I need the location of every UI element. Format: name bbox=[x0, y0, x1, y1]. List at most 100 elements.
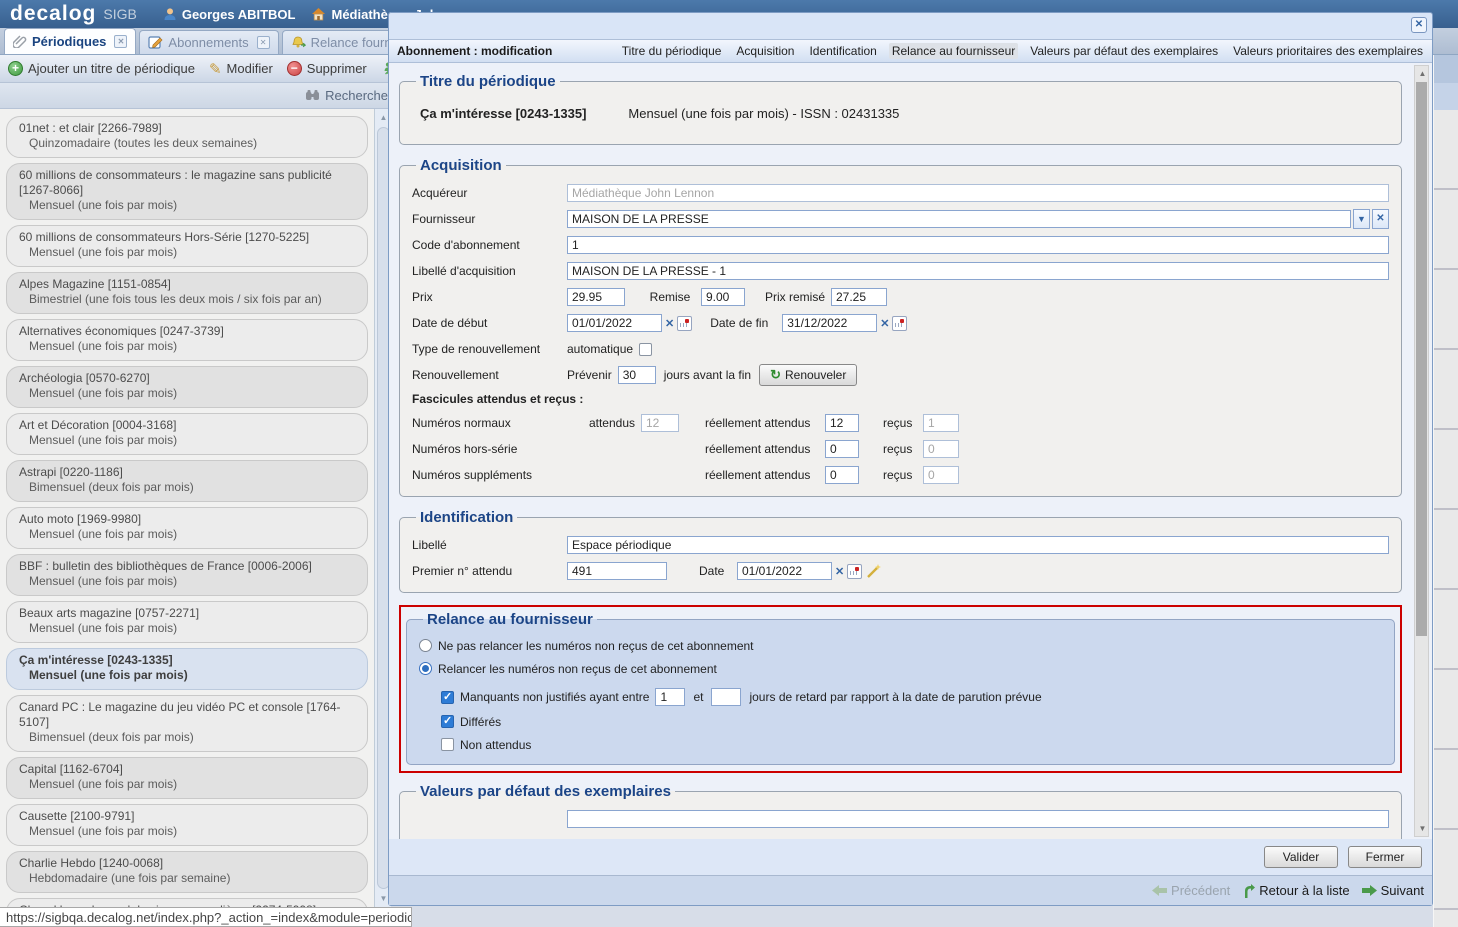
differes-checkbox[interactable] bbox=[441, 715, 454, 728]
list-item[interactable]: Alternatives économiques [0247-3739]Mens… bbox=[6, 319, 368, 361]
clear-date-icon[interactable]: ✕ bbox=[835, 565, 844, 578]
list-item[interactable]: 60 millions de consommateurs Hors-Série … bbox=[6, 225, 368, 267]
tab-close-icon[interactable]: ✕ bbox=[257, 36, 270, 49]
tab-close-icon[interactable]: ✕ bbox=[114, 35, 127, 48]
premier-numero-label: Premier n° attendu bbox=[412, 564, 567, 578]
list-item[interactable]: Canard PC : Le magazine du jeu vidéo PC … bbox=[6, 695, 368, 752]
prix-remise-field[interactable] bbox=[831, 288, 887, 306]
renouveler-button[interactable]: ↻ Renouveler bbox=[759, 364, 857, 386]
libelle-acquisition-field[interactable] bbox=[567, 262, 1389, 280]
scrollbar-thumb[interactable] bbox=[1416, 82, 1427, 636]
reellement-attendus-field[interactable] bbox=[825, 466, 859, 484]
remise-field[interactable] bbox=[701, 288, 745, 306]
periodical-title: Alternatives économiques [0247-3739] bbox=[19, 324, 355, 339]
reellement-attendus-field[interactable] bbox=[825, 414, 859, 432]
search-label: Recherche bbox=[325, 88, 388, 103]
list-item[interactable]: 01net : et clair [2266-7989]Quinzomadair… bbox=[6, 116, 368, 158]
tab-periodiques[interactable]: Périodiques ✕ bbox=[4, 28, 136, 54]
fournisseur-field[interactable] bbox=[567, 210, 1351, 228]
modal-top-strip: ✕ bbox=[389, 13, 1432, 39]
binoculars-icon bbox=[305, 89, 320, 102]
calendar-icon[interactable] bbox=[892, 316, 907, 331]
list-item[interactable]: Archéologia [0570-6270]Mensuel (une fois… bbox=[6, 366, 368, 408]
premier-numero-field[interactable] bbox=[567, 562, 667, 580]
valider-button[interactable]: Valider bbox=[1264, 846, 1338, 868]
relancer-radio[interactable] bbox=[419, 662, 432, 675]
recus-label: reçus bbox=[883, 468, 923, 482]
list-item[interactable]: 60 millions de consommateurs : le magazi… bbox=[6, 163, 368, 220]
modal-nav-link[interactable]: Titre du périodique bbox=[619, 43, 725, 59]
modal-nav-link[interactable]: Valeurs par défaut des exemplaires bbox=[1027, 43, 1221, 59]
list-item[interactable]: Alpes Magazine [1151-0854]Bimestriel (un… bbox=[6, 272, 368, 314]
list-item[interactable]: Art et Décoration [0004-3168]Mensuel (un… bbox=[6, 413, 368, 455]
calendar-icon[interactable] bbox=[677, 316, 692, 331]
suivant-button[interactable]: Suivant bbox=[1362, 883, 1424, 898]
fermer-button[interactable]: Fermer bbox=[1348, 846, 1422, 868]
list-item[interactable]: Capital [1162-6704]Mensuel (une fois par… bbox=[6, 757, 368, 799]
close-icon[interactable]: ✕ bbox=[1411, 17, 1427, 33]
modal-scrollbar[interactable]: ▲ ▼ bbox=[1414, 65, 1429, 837]
chevron-down-icon[interactable]: ▼ bbox=[1353, 209, 1370, 229]
modal-nav-link[interactable]: Acquisition bbox=[733, 43, 797, 59]
periodical-details: Mensuel (une fois par mois) - ISSN : 024… bbox=[628, 106, 899, 121]
list-item[interactable]: Beaux arts magazine [0757-2271]Mensuel (… bbox=[6, 601, 368, 643]
periodical-title: 60 millions de consommateurs Hors-Série … bbox=[19, 230, 355, 245]
clear-fournisseur-icon[interactable]: ✕ bbox=[1372, 209, 1389, 229]
browser-status-bar: https://sigbqa.decalog.net/index.php?_ac… bbox=[0, 907, 412, 927]
periodical-frequency: Bimestriel (une fois tous les deux mois … bbox=[19, 292, 355, 307]
clear-date-icon[interactable]: ✕ bbox=[665, 317, 674, 330]
prix-field[interactable] bbox=[567, 288, 625, 306]
refresh-icon: ↻ bbox=[770, 367, 781, 383]
tab-abonnements[interactable]: Abonnements ✕ bbox=[139, 30, 278, 54]
retour-liste-button[interactable]: Retour à la liste bbox=[1242, 883, 1349, 898]
precedent-button[interactable]: Précédent bbox=[1152, 883, 1230, 898]
ne-pas-relancer-radio[interactable] bbox=[419, 639, 432, 652]
prix-remise-label: Prix remisé bbox=[759, 290, 831, 304]
scroll-up-icon[interactable]: ▲ bbox=[1415, 66, 1430, 81]
user-menu[interactable]: Georges ABITBOL bbox=[163, 7, 296, 22]
non-attendus-checkbox[interactable] bbox=[441, 738, 454, 751]
home-icon bbox=[311, 7, 326, 21]
minus-icon: − bbox=[287, 61, 302, 76]
code-abonnement-field[interactable] bbox=[567, 236, 1389, 254]
wand-icon[interactable] bbox=[866, 563, 882, 579]
date-fin-field[interactable] bbox=[782, 314, 877, 332]
scroll-down-icon[interactable]: ▼ bbox=[1415, 821, 1430, 836]
periodical-frequency: Mensuel (une fois par mois) bbox=[19, 777, 355, 792]
reellement-attendus-field[interactable] bbox=[825, 440, 859, 458]
list-item[interactable]: Cheval love : le mag' des jeunes cavaliè… bbox=[6, 898, 368, 907]
user-icon bbox=[163, 7, 177, 21]
jours-min-field[interactable] bbox=[655, 688, 685, 706]
automatique-checkbox[interactable] bbox=[639, 343, 652, 356]
periodical-frequency: Mensuel (une fois par mois) bbox=[19, 668, 355, 683]
modal-nav-link[interactable]: Relance au fournisseur bbox=[889, 43, 1018, 59]
list-item[interactable]: Astrapi [0220-1186]Bimensuel (deux fois … bbox=[6, 460, 368, 502]
app-logo-suffix: SIGB bbox=[103, 6, 136, 22]
recus-field bbox=[923, 466, 959, 484]
list-item[interactable]: BBF : bulletin des bibliothèques de Fran… bbox=[6, 554, 368, 596]
non-attendus-label: Non attendus bbox=[460, 738, 531, 752]
identification-date-field[interactable] bbox=[737, 562, 832, 580]
add-periodical-button[interactable]: + Ajouter un titre de périodique bbox=[8, 61, 195, 76]
list-item[interactable]: Causette [2100-9791]Mensuel (une fois pa… bbox=[6, 804, 368, 846]
modal-nav-link[interactable]: Valeurs prioritaires des exemplaires bbox=[1230, 43, 1426, 59]
clear-date-icon[interactable]: ✕ bbox=[880, 317, 889, 330]
calendar-icon[interactable] bbox=[847, 564, 862, 579]
prevenir-field[interactable] bbox=[618, 366, 656, 384]
precedent-label: Précédent bbox=[1171, 883, 1230, 898]
recus-label: reçus bbox=[883, 416, 923, 430]
modify-button[interactable]: ✎ Modifier bbox=[209, 60, 273, 78]
periodical-frequency: Mensuel (une fois par mois) bbox=[19, 824, 355, 839]
libelle-field[interactable] bbox=[567, 536, 1389, 554]
delete-button[interactable]: − Supprimer bbox=[287, 61, 367, 76]
modal-nav-link[interactable]: Identification bbox=[806, 43, 879, 59]
list-item[interactable]: Auto moto [1969-9980]Mensuel (une fois p… bbox=[6, 507, 368, 549]
date-debut-field[interactable] bbox=[567, 314, 662, 332]
manquants-checkbox[interactable] bbox=[441, 691, 454, 704]
differes-label: Différés bbox=[460, 715, 501, 729]
search-bar[interactable]: Recherche bbox=[0, 83, 390, 109]
valeurs-defaut-field[interactable] bbox=[567, 810, 1389, 828]
list-item[interactable]: Charlie Hebdo [1240-0068]Hebdomadaire (u… bbox=[6, 851, 368, 893]
list-item[interactable]: Ça m'intéresse [0243-1335]Mensuel (une f… bbox=[6, 648, 368, 690]
jours-max-field[interactable] bbox=[711, 688, 741, 706]
